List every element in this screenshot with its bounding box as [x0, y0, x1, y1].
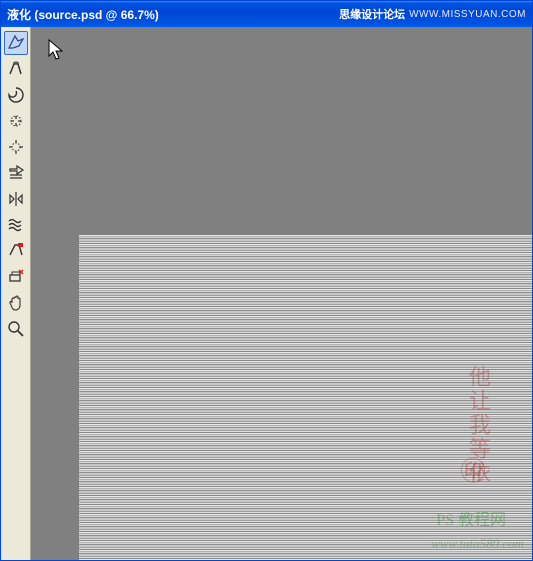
forward-warp-icon	[7, 34, 25, 52]
pucker-tool[interactable]	[4, 109, 28, 133]
brand-text: 思缘设计论坛	[339, 6, 405, 22]
window-title: 液化 (source.psd @ 66.7%)	[7, 6, 159, 23]
pucker-icon	[7, 112, 25, 130]
freeze-mask-tool[interactable]	[4, 239, 28, 263]
content-area: 他让我等依 ㊞ PS 教程网 www.tata580.com	[1, 27, 532, 560]
reconstruct-icon	[7, 60, 25, 78]
liquify-window: 液化 (source.psd @ 66.7%) 思缘设计论坛 WWW.MISSY…	[0, 0, 533, 561]
watermark-seal-icon: ㊞	[456, 451, 490, 485]
watermark-green-url: www.tata580.com	[431, 536, 524, 552]
hand-icon	[7, 294, 25, 312]
hand-tool[interactable]	[4, 291, 28, 315]
freeze-mask-icon	[7, 242, 25, 260]
watermark-green-text: PS 教程网	[436, 506, 506, 530]
forward-warp-tool[interactable]	[4, 31, 28, 55]
thaw-mask-tool[interactable]	[4, 265, 28, 289]
bloat-icon	[7, 138, 25, 156]
twirl-tool[interactable]	[4, 83, 28, 107]
document-canvas[interactable]: 他让我等依 ㊞ PS 教程网 www.tata580.com	[79, 235, 532, 560]
brand-url: WWW.MISSYUAN.COM	[409, 9, 526, 20]
liquify-toolbar	[1, 27, 31, 560]
titlebar[interactable]: 液化 (source.psd @ 66.7%) 思缘设计论坛 WWW.MISSY…	[1, 1, 532, 27]
push-left-tool[interactable]	[4, 161, 28, 185]
turbulence-tool[interactable]	[4, 213, 28, 237]
mirror-tool[interactable]	[4, 187, 28, 211]
canvas-viewport[interactable]: 他让我等依 ㊞ PS 教程网 www.tata580.com	[31, 27, 532, 560]
push-left-icon	[7, 164, 25, 182]
turbulence-icon	[7, 216, 25, 234]
zoom-tool[interactable]	[4, 317, 28, 341]
zoom-icon	[7, 320, 25, 338]
bloat-tool[interactable]	[4, 135, 28, 159]
thaw-mask-icon	[7, 268, 25, 286]
twirl-icon	[7, 86, 25, 104]
reconstruct-tool[interactable]	[4, 57, 28, 81]
mirror-icon	[7, 190, 25, 208]
mouse-cursor-icon	[48, 39, 68, 63]
